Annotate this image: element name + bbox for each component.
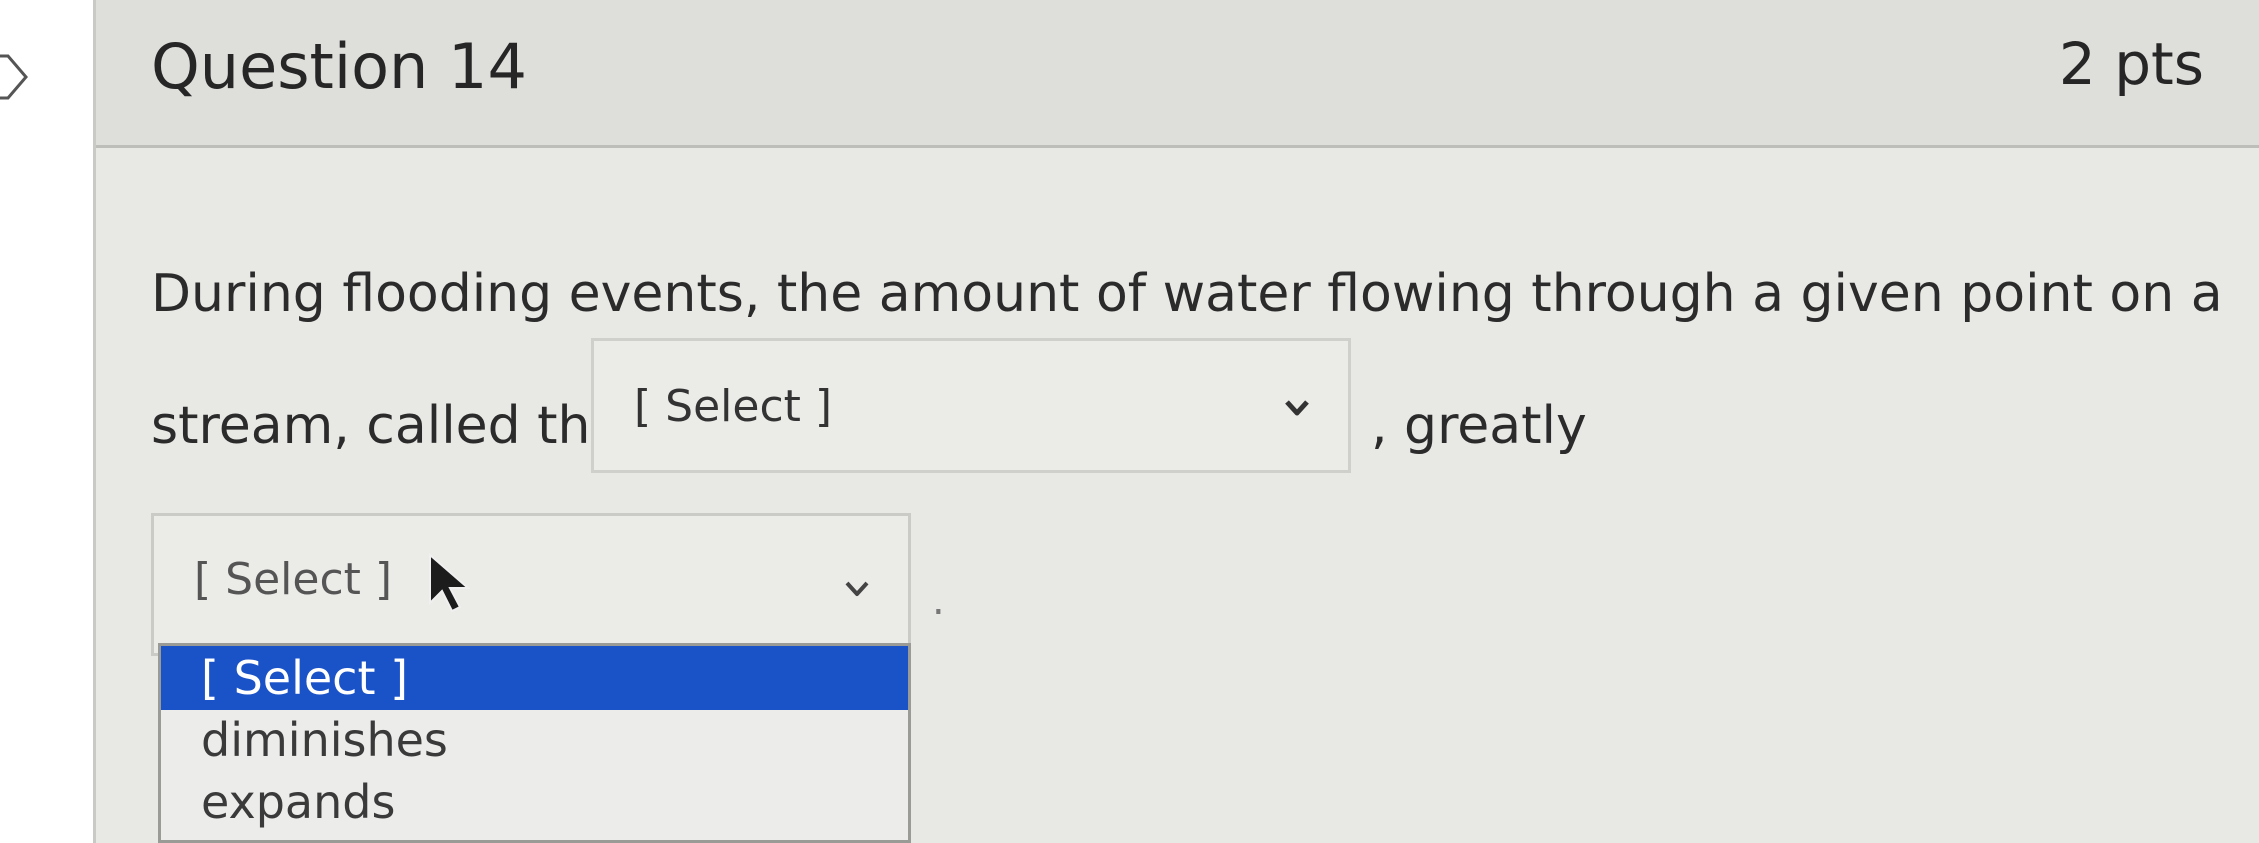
- blank2-select[interactable]: [ Select ]: [151, 513, 911, 656]
- question-header: Question 14 2 pts: [96, 0, 2259, 148]
- question-text-line2-before: stream, called the: [151, 396, 623, 456]
- left-gutter: [0, 0, 95, 843]
- question-card: Question 14 2 pts During flooding events…: [93, 0, 2259, 843]
- question-text-line1: During flooding events, the amount of wa…: [151, 264, 2223, 324]
- blank1-select-value: [ Select ]: [634, 381, 833, 432]
- mouse-cursor-icon: [429, 553, 471, 613]
- chevron-down-icon: [1285, 400, 1309, 416]
- question-points: 2 pts: [2058, 30, 2204, 98]
- trailing-period: .: [932, 578, 945, 624]
- option-expands[interactable]: expands: [161, 770, 908, 834]
- option-select-placeholder[interactable]: [ Select ]: [161, 646, 908, 710]
- option-diminishes[interactable]: diminishes: [161, 708, 908, 772]
- blank2-options-list: [ Select ] diminishes expands: [158, 643, 911, 843]
- question-body: During flooding events, the amount of wa…: [96, 148, 2259, 843]
- blank2-select-value: [ Select ]: [194, 554, 393, 605]
- chevron-down-icon: [845, 581, 869, 596]
- question-title: Question 14: [151, 30, 527, 103]
- blank1-select[interactable]: [ Select ]: [591, 338, 1351, 473]
- flag-icon[interactable]: [0, 52, 30, 102]
- page: Question 14 2 pts During flooding events…: [0, 0, 2259, 843]
- question-text-line2-after: , greatly: [1371, 396, 1587, 456]
